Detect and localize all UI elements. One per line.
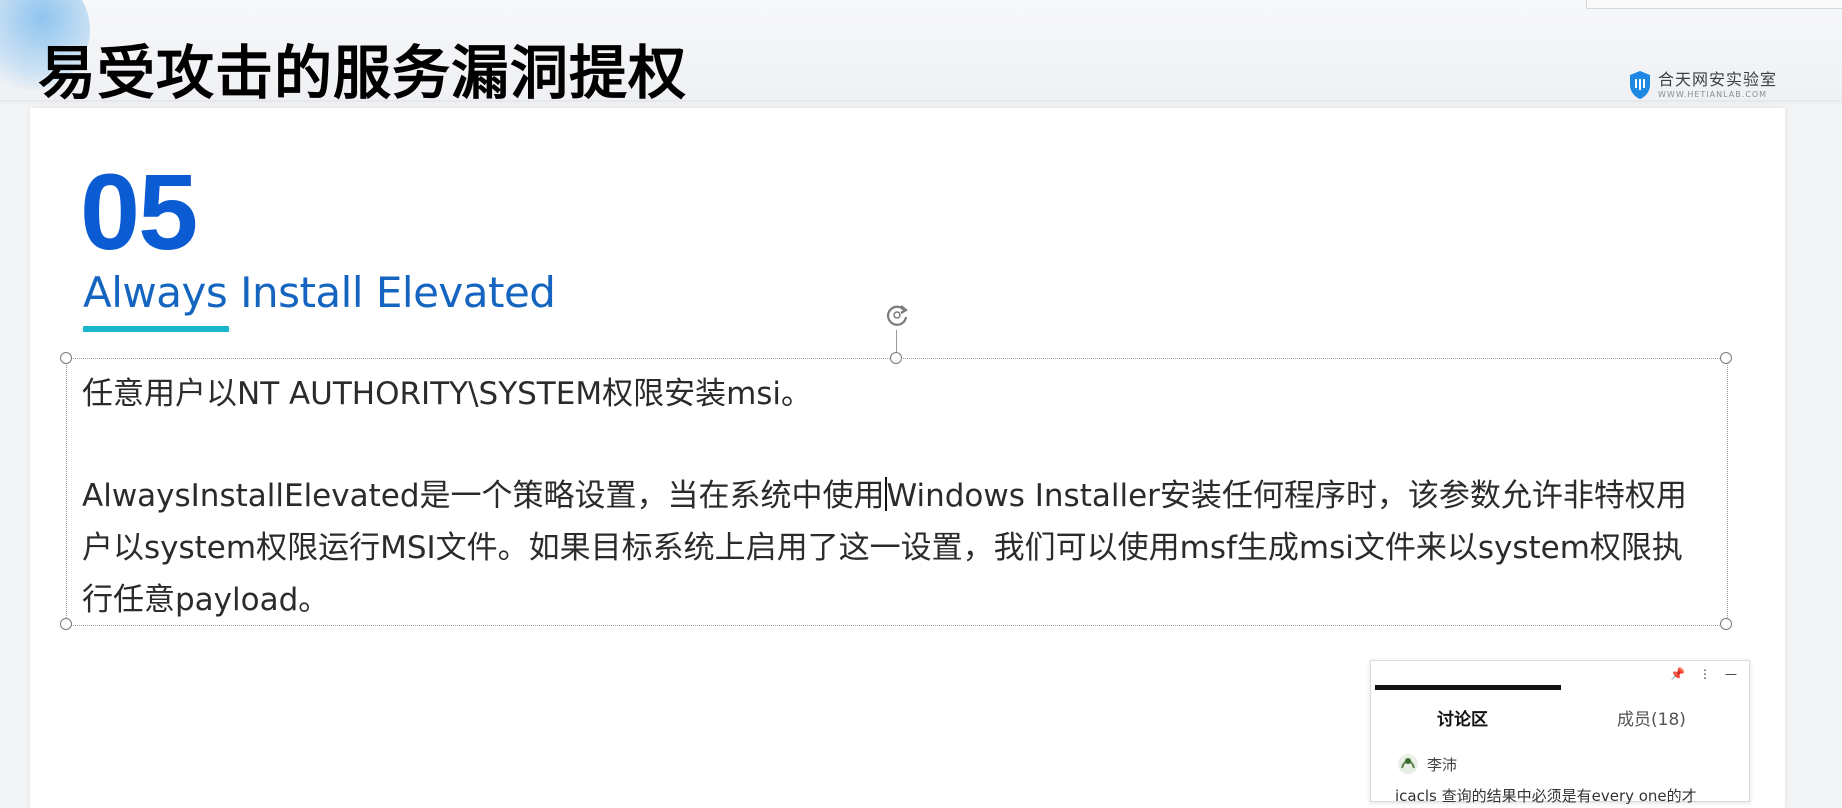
overlay-window-edge	[1586, 0, 1842, 9]
pin-icon[interactable]: 📌	[1670, 667, 1685, 681]
resize-handle-middle-left[interactable]	[60, 618, 72, 630]
shield-logo-icon	[1630, 71, 1650, 99]
discussion-panel: 📌 ⋮ — 讨论区 成员(18) 李沛 icacls 查询的结果中必须是有eve…	[1370, 660, 1750, 805]
chat-username: 李沛	[1427, 755, 1458, 774]
resize-handle-top-right[interactable]	[1720, 352, 1732, 364]
active-tab-indicator	[1375, 685, 1561, 690]
company-logo: 合天网安实验室 WWW.HETIANLAB.COM	[1628, 68, 1777, 102]
chat-message-author: 李沛	[1397, 753, 1457, 775]
logo-name: 合天网安实验室	[1658, 69, 1778, 89]
paragraph-intro: 任意用户以NT AUTHORITY\SYSTEM权限安装msi。	[82, 376, 813, 412]
resize-handle-top-center[interactable]	[890, 352, 902, 364]
tab-discussion[interactable]: 讨论区	[1437, 705, 1488, 730]
paragraph-description-part1: AlwaysInstallElevated是一个策略设置，当在系统中使用	[82, 478, 885, 514]
slide-header: 易受攻击的服务漏洞提权 合天网安实验室 WWW.HETIANLAB.COM	[0, 0, 1842, 107]
panel-controls: 📌 ⋮ —	[1670, 667, 1737, 681]
rotate-handle-icon[interactable]	[882, 300, 912, 330]
section-title: Always Install Elevated	[83, 268, 556, 317]
minimize-icon[interactable]: —	[1725, 667, 1737, 681]
paragraph-description: AlwaysInstallElevated是一个策略设置，当在系统中使用Wind…	[82, 470, 1702, 626]
logo-url: WWW.HETIANLAB.COM	[1658, 89, 1768, 99]
tab-members[interactable]: 成员(18)	[1617, 705, 1686, 730]
section-number: 05	[80, 151, 198, 272]
resize-handle-top-left[interactable]	[60, 352, 72, 364]
more-options-icon[interactable]: ⋮	[1699, 667, 1711, 681]
page-title: 易受攻击的服务漏洞提权	[38, 39, 688, 107]
header-divider	[0, 100, 1842, 102]
section-accent-bar	[83, 326, 229, 332]
panel-tabs: 讨论区 成员(18)	[1371, 685, 1749, 745]
resize-handle-middle-right[interactable]	[1720, 618, 1732, 630]
avatar	[1398, 754, 1418, 774]
